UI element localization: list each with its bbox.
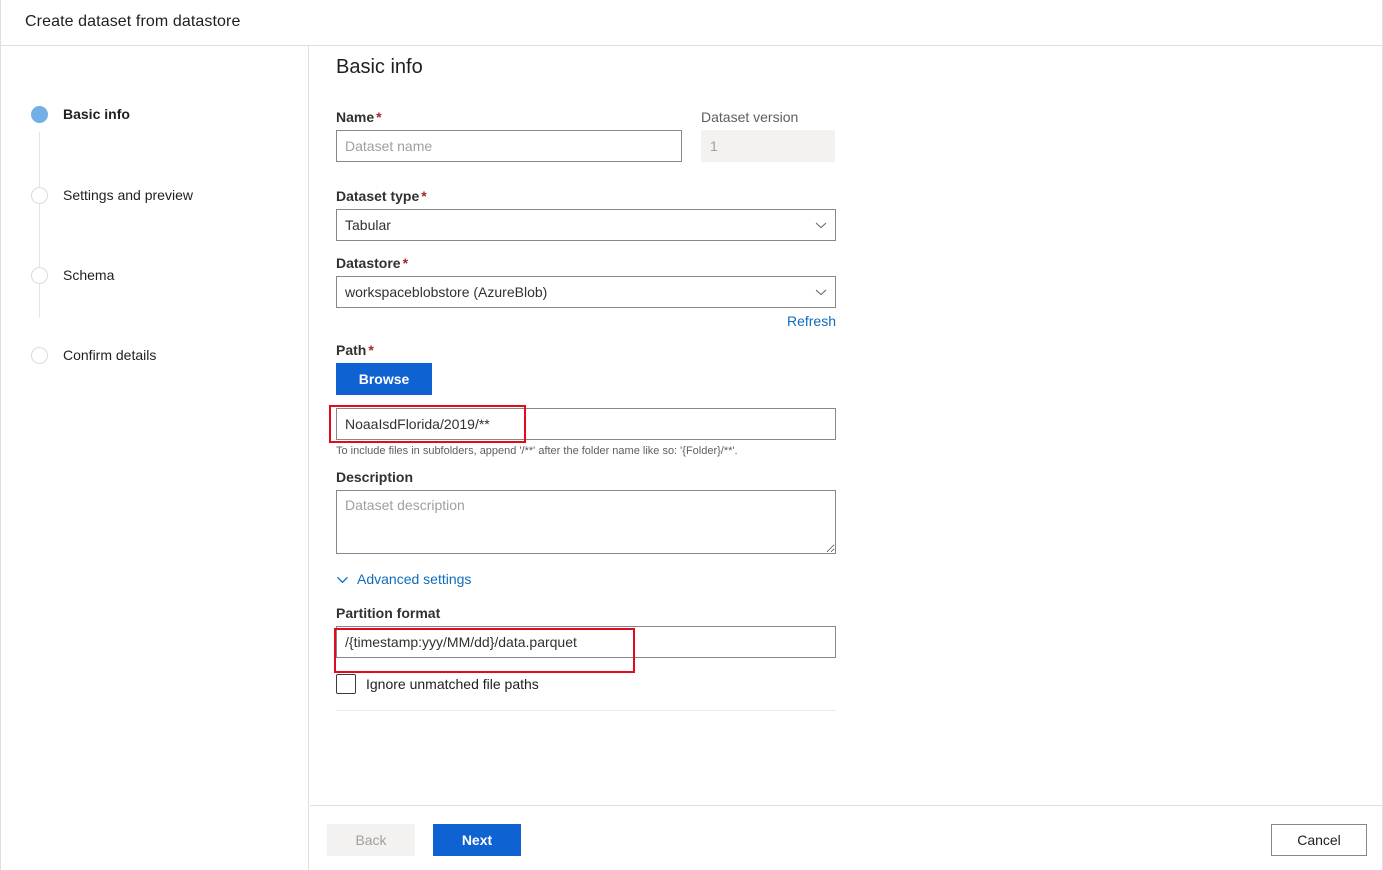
partition-format-field-group: Partition format bbox=[336, 604, 1336, 658]
step-indicator-icon bbox=[31, 106, 48, 123]
dataset-version-label: Dataset version bbox=[701, 108, 835, 126]
required-asterisk: * bbox=[419, 188, 426, 204]
main-content-pane: Basic info Name* Dataset version Dataset… bbox=[310, 46, 1383, 804]
advanced-settings-label: Advanced settings bbox=[357, 571, 471, 587]
dataset-version-field-group: Dataset version bbox=[701, 108, 835, 162]
path-label-text: Path bbox=[336, 342, 366, 358]
dataset-type-label: Dataset type* bbox=[336, 187, 1336, 205]
step-indicator-icon bbox=[31, 347, 48, 364]
datastore-dropdown[interactable]: workspaceblobstore (AzureBlob) bbox=[336, 276, 836, 308]
required-asterisk: * bbox=[366, 342, 373, 358]
name-label-text: Name bbox=[336, 109, 374, 125]
cancel-button[interactable]: Cancel bbox=[1271, 824, 1367, 856]
name-label: Name* bbox=[336, 108, 682, 126]
step-connector-3 bbox=[39, 254, 40, 318]
back-button[interactable]: Back bbox=[327, 824, 415, 856]
step-label: Settings and preview bbox=[63, 184, 193, 206]
step-label: Basic info bbox=[63, 103, 130, 125]
ignore-unmatched-file-paths-label: Ignore unmatched file paths bbox=[366, 676, 539, 692]
path-helper-text: To include files in subfolders, append '… bbox=[336, 444, 856, 458]
datastore-selected-value: workspaceblobstore (AzureBlob) bbox=[336, 276, 836, 308]
dialog-title: Create dataset from datastore bbox=[25, 13, 240, 31]
dataset-version-input bbox=[701, 130, 835, 162]
path-input-wrap bbox=[336, 408, 836, 440]
advanced-settings-toggle[interactable]: Advanced settings bbox=[336, 571, 471, 587]
description-label: Description bbox=[336, 468, 1336, 486]
section-divider bbox=[336, 710, 836, 711]
path-input[interactable] bbox=[336, 408, 836, 440]
partition-format-input-wrap bbox=[336, 626, 836, 658]
ignore-unmatched-file-paths-checkbox[interactable] bbox=[336, 674, 356, 694]
create-dataset-dialog: Create dataset from datastore Basic info… bbox=[0, 0, 1383, 870]
datastore-field-group: Datastore* workspaceblobstore (AzureBlob… bbox=[336, 254, 1336, 331]
partition-format-label: Partition format bbox=[336, 604, 1336, 622]
name-version-row: Name* Dataset version bbox=[336, 108, 1336, 174]
dataset-type-field-group: Dataset type* Tabular bbox=[336, 187, 1336, 241]
dialog-titlebar: Create dataset from datastore bbox=[1, 0, 1383, 46]
wizard-step-rail: Basic info Settings and preview Schema C… bbox=[1, 46, 309, 870]
ignore-unmatched-file-paths-checkbox-row[interactable]: Ignore unmatched file paths bbox=[336, 674, 539, 694]
required-asterisk: * bbox=[374, 109, 381, 125]
chevron-down-icon bbox=[336, 573, 349, 586]
page-title: Basic info bbox=[336, 56, 423, 79]
dataset-type-dropdown[interactable]: Tabular bbox=[336, 209, 836, 241]
step-label: Confirm details bbox=[63, 344, 156, 366]
dataset-type-label-text: Dataset type bbox=[336, 188, 419, 204]
partition-format-input[interactable] bbox=[336, 626, 836, 658]
step-indicator-icon bbox=[31, 187, 48, 204]
dataset-name-input[interactable] bbox=[336, 130, 682, 162]
refresh-link[interactable]: Refresh bbox=[787, 313, 836, 329]
step-indicator-icon bbox=[31, 267, 48, 284]
required-asterisk: * bbox=[401, 255, 408, 271]
path-label: Path* bbox=[336, 341, 1336, 359]
basic-info-form: Name* Dataset version Dataset type* Tabu… bbox=[336, 108, 1336, 711]
step-label: Schema bbox=[63, 264, 114, 286]
dataset-type-selected-value: Tabular bbox=[336, 209, 836, 241]
name-field-group: Name* bbox=[336, 108, 682, 162]
next-button[interactable]: Next bbox=[433, 824, 521, 856]
refresh-row: Refresh bbox=[336, 313, 836, 331]
datastore-label-text: Datastore bbox=[336, 255, 401, 271]
description-textarea[interactable] bbox=[336, 490, 836, 554]
browse-button[interactable]: Browse bbox=[336, 363, 432, 395]
description-field-group: Description bbox=[336, 468, 1336, 559]
datastore-label: Datastore* bbox=[336, 254, 1336, 272]
path-field-group: Path* Browse To include files in subfold… bbox=[336, 341, 1336, 458]
dialog-footer: Back Next Cancel bbox=[310, 805, 1383, 870]
